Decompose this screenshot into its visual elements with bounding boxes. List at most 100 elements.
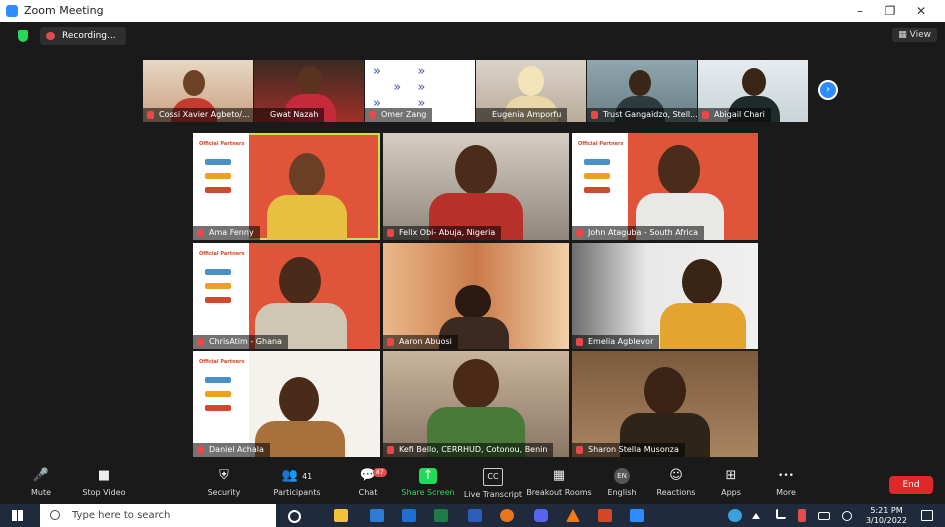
search-icon: [50, 510, 60, 520]
participant-video: [742, 68, 766, 96]
share-screen-label: Share Screen: [401, 488, 455, 497]
minimize-button[interactable]: –: [849, 2, 871, 20]
recording-indicator[interactable]: Recording...: [40, 27, 126, 45]
participant-video: [183, 70, 205, 96]
powerpoint-icon[interactable]: [598, 509, 612, 522]
participant-video: [629, 70, 651, 96]
antivirus-icon[interactable]: [798, 509, 806, 522]
recording-icon: [46, 32, 55, 40]
firefox-icon[interactable]: [500, 509, 514, 522]
video-tile[interactable]: Emelia Agblevor: [572, 243, 758, 349]
notifications-icon[interactable]: [921, 510, 933, 521]
video-tile[interactable]: Felix Obi- Abuja, Nigeria: [383, 133, 569, 240]
help-icon[interactable]: [728, 509, 742, 522]
discord-icon[interactable]: [534, 509, 548, 522]
partner-logo: [205, 405, 231, 411]
security-button[interactable]: ⛨ Security: [189, 468, 259, 497]
mute-label: Mute: [30, 488, 52, 497]
view-button[interactable]: ▦ View: [892, 28, 937, 42]
muted-mic-icon: [591, 111, 598, 119]
stop-video-button[interactable]: ■ Stop Video: [69, 468, 139, 497]
microphone-icon: 🎤: [32, 468, 50, 483]
language-label: English: [607, 488, 637, 497]
participant-video: [267, 195, 347, 240]
participant-video: [518, 66, 544, 96]
battery-icon[interactable]: [818, 512, 830, 520]
participant-name: Sharon Stella Musonza: [572, 443, 685, 457]
breakout-rooms-button[interactable]: ▦ Breakout Rooms: [524, 468, 594, 497]
meeting-status-bar: Recording... ▦ View: [0, 22, 945, 50]
security-shield-icon[interactable]: [18, 30, 28, 42]
file-explorer-icon[interactable]: [334, 509, 348, 522]
windows-taskbar: Type here to search 5:21 PM 3/10/2022: [0, 504, 945, 527]
participants-icon: 👥 41: [281, 468, 313, 483]
window-titlebar: Zoom Meeting – ❐ ✕: [0, 0, 945, 22]
strip-tile[interactable]: » » » »» » Omer Zang: [365, 60, 475, 122]
muted-mic-icon: [197, 229, 204, 237]
live-transcript-label: Live Transcript: [463, 490, 523, 499]
excel-icon[interactable]: [434, 509, 448, 522]
more-button[interactable]: ••• More: [751, 468, 821, 497]
partners-header: Official Partners: [199, 251, 245, 257]
task-view-icon[interactable]: [288, 510, 301, 523]
video-tile[interactable]: Official Partners Ama Fenny: [193, 133, 380, 240]
participant-name: ChrisAtim - Ghana: [193, 335, 288, 349]
participant-video: [455, 145, 497, 195]
participants-button[interactable]: 👥 41 Participants: [262, 468, 332, 497]
mute-button[interactable]: 🎤 Mute: [6, 468, 76, 497]
globe-language-icon: EN: [614, 468, 630, 484]
strip-tile[interactable]: Eugenia Amporfu: [476, 60, 586, 122]
taskbar-clock[interactable]: 5:21 PM 3/10/2022: [866, 506, 907, 526]
chevron-up-icon[interactable]: [752, 513, 760, 519]
participant-video: [279, 257, 321, 305]
next-page-icon[interactable]: ›: [818, 80, 838, 100]
strip-tile[interactable]: Abigail Chari: [698, 60, 808, 122]
participant-name: Felix Obi- Abuja, Nigeria: [383, 226, 502, 240]
network-icon[interactable]: [776, 509, 786, 519]
partner-logo: [205, 283, 231, 289]
strip-tile[interactable]: Gwat Nazah: [254, 60, 364, 122]
vlc-icon[interactable]: [566, 509, 580, 522]
zoom-taskbar-icon[interactable]: [630, 509, 644, 522]
participant-name: Emelia Agblevor: [572, 335, 660, 349]
windows-start-icon[interactable]: [12, 510, 23, 521]
mail-icon[interactable]: [402, 509, 416, 522]
taskbar-search[interactable]: Type here to search: [40, 504, 276, 527]
muted-mic-icon: [702, 111, 709, 119]
video-tile[interactable]: Aaron Abuosi: [383, 243, 569, 349]
video-tile[interactable]: Sharon Stella Musonza: [572, 351, 758, 457]
live-transcript-button[interactable]: CC Live Transcript: [458, 468, 528, 499]
pen-icon[interactable]: [842, 511, 852, 521]
partners-header: Official Partners: [199, 141, 245, 147]
video-tile[interactable]: Kefi Bello, CERRHUD, Cotonou, Benin: [383, 351, 569, 457]
recording-label: Recording...: [62, 31, 116, 41]
ms-store-icon[interactable]: [370, 509, 384, 522]
close-button[interactable]: ✕: [910, 2, 932, 20]
muted-mic-icon: [387, 229, 394, 237]
video-tile[interactable]: Official Partners Daniel Achala: [193, 351, 380, 457]
partner-logo: [205, 269, 231, 275]
partners-banner: Official Partners: [572, 133, 628, 240]
partners-banner: Official Partners: [193, 243, 249, 349]
strip-tile[interactable]: Trust Gangaidzo, Stell...: [587, 60, 697, 122]
participants-label: Participants: [273, 488, 321, 497]
reactions-label: Reactions: [656, 488, 696, 497]
video-tile[interactable]: Official Partners ChrisAtim - Ghana: [193, 243, 380, 349]
apps-label: Apps: [721, 488, 741, 497]
strip-tile[interactable]: Cossi Xavier Agbeto/...: [143, 60, 253, 122]
clock-time: 5:21 PM: [870, 506, 903, 515]
share-screen-button[interactable]: ↑ Share Screen: [393, 468, 463, 497]
word-icon[interactable]: [468, 509, 482, 522]
video-tile[interactable]: Official Partners John Ataguba - South A…: [572, 133, 758, 240]
partner-logo: [205, 187, 231, 193]
muted-mic-icon: [576, 338, 583, 346]
security-label: Security: [207, 488, 241, 497]
participant-video: [279, 377, 319, 423]
more-icon: •••: [778, 471, 794, 481]
end-meeting-button[interactable]: End: [889, 476, 933, 494]
restore-button[interactable]: ❐: [879, 2, 901, 20]
muted-mic-icon: [197, 338, 204, 346]
participant-video: [660, 303, 746, 349]
shield-icon: ⛨: [219, 468, 229, 483]
partner-logo: [205, 297, 231, 303]
